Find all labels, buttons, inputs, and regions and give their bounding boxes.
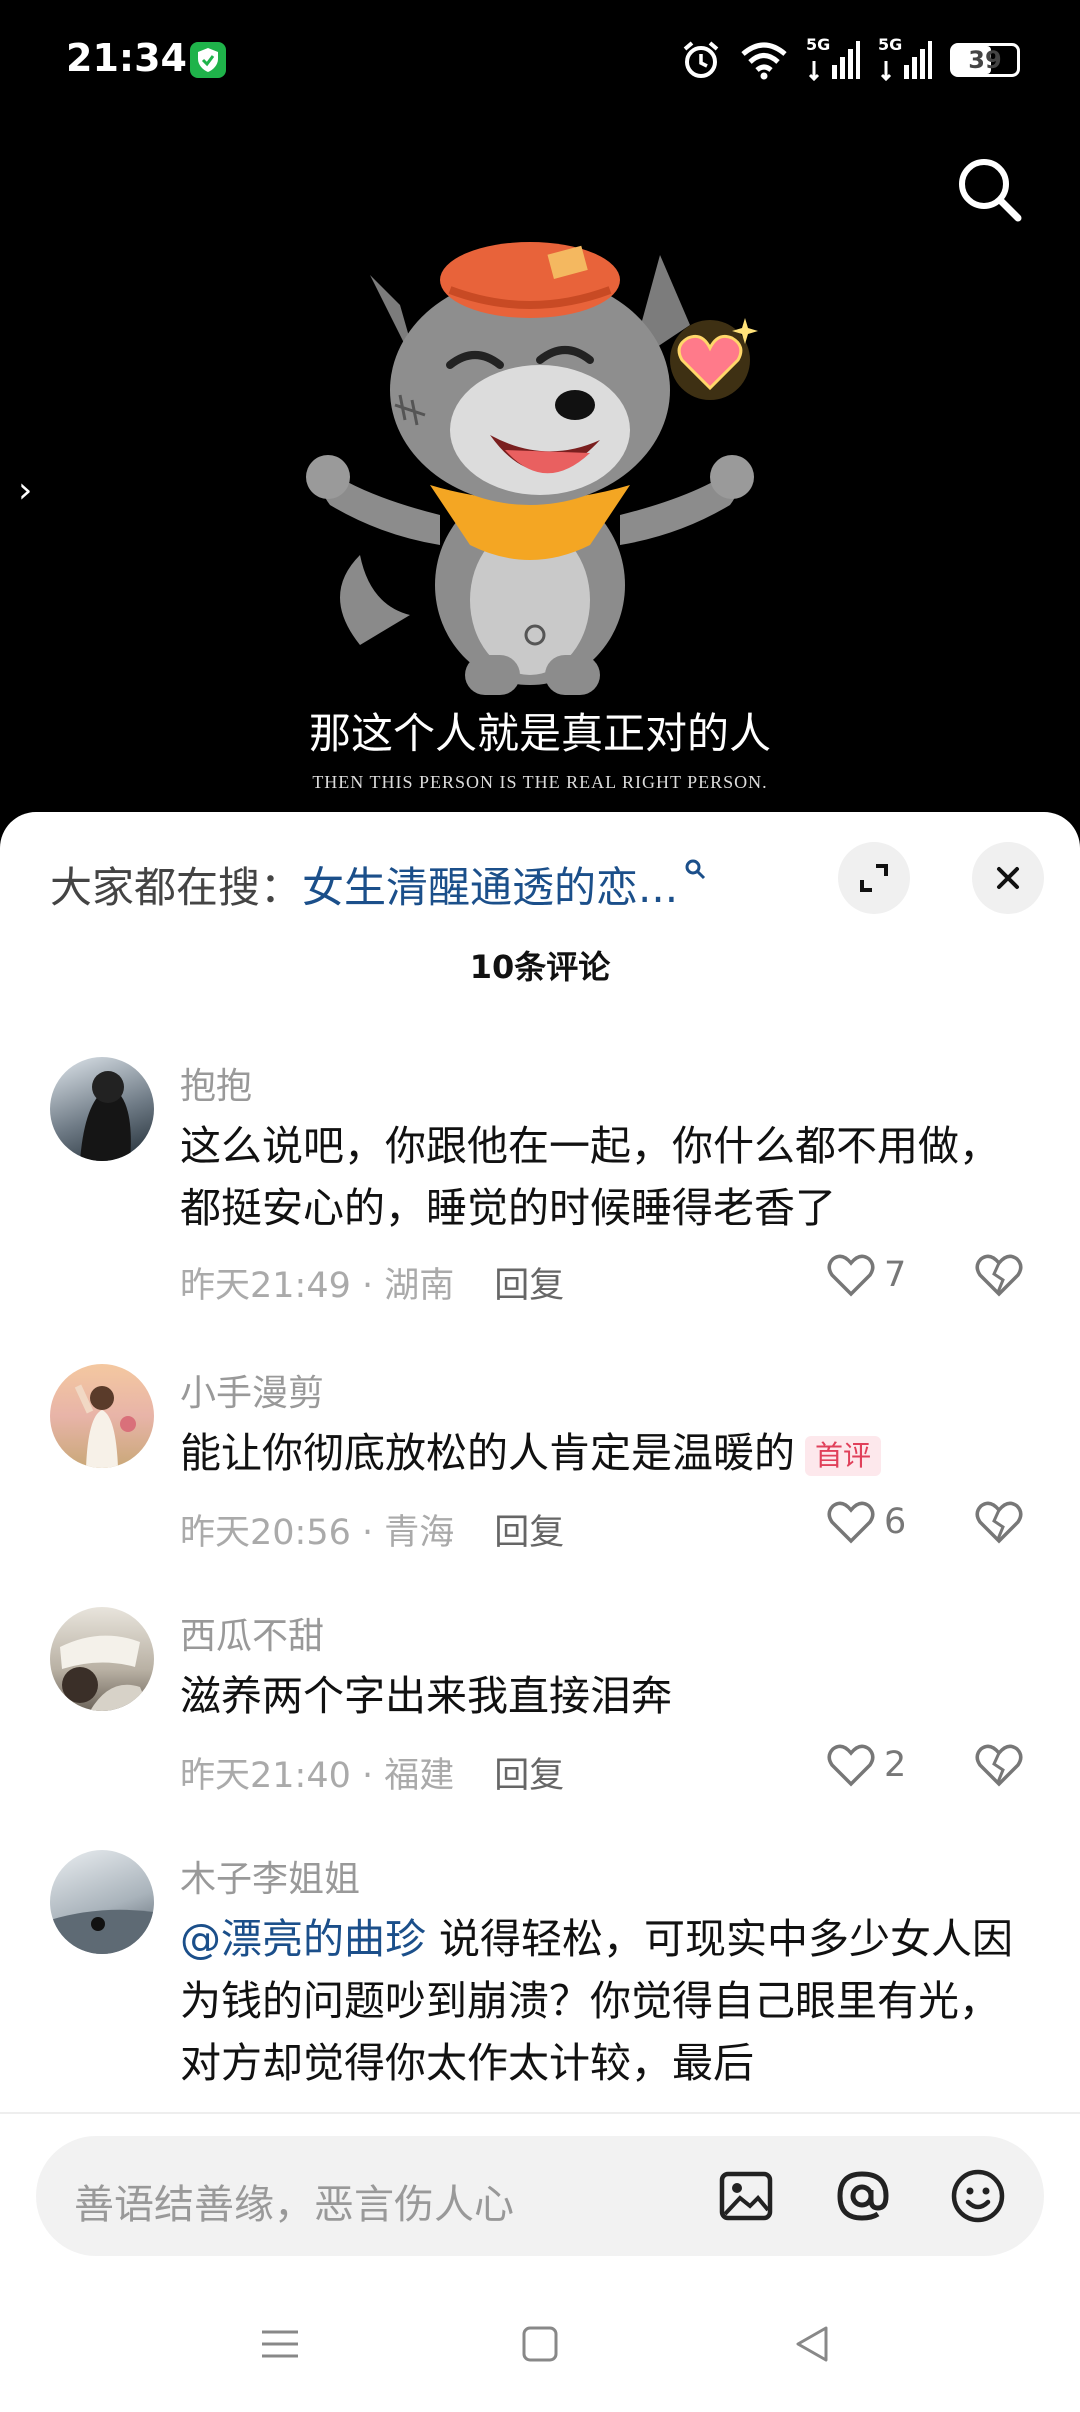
reply-button[interactable]: 回复 [494,1266,564,1306]
comment-username[interactable]: 木子李姐姐 [180,1850,360,1902]
comment-meta: 昨天21:49 · 湖南 回复 [180,1257,564,1308]
at-mention-icon[interactable] [832,2166,892,2226]
comment-text: 能让你彻底放松的人肯定是温暖的 首评 [180,1422,1020,1484]
heart-icon [827,1254,875,1297]
like-button[interactable]: 6 [826,1499,906,1545]
comment-count-title: 10条评论 [469,948,611,986]
like-count: 7 [884,1255,907,1295]
expand-icon [860,864,888,892]
hot-search-prefix: 大家都在搜： [50,863,303,912]
video-caption-chinese: 那这个人就是真正对的人 [308,709,771,758]
comment-input[interactable]: 善语结善缘，恶言伤人心 [36,2136,1044,2256]
video-player[interactable]: › 那这个人就是真正对的人 THEN THIS PERSON IS THE RE… [0,0,1080,815]
expand-button[interactable] [838,842,910,914]
comment-time-location: 昨天21:40 · 福建 [180,1756,455,1796]
video-caption-english: THEN THIS PERSON IS THE REAL RIGHT PERSO… [312,772,768,792]
divider [0,2112,1080,2114]
comment-sheet: 大家都在搜：女生清醒通透的恋... 10条评论 抱抱 这么说吧，你跟他在一起，你… [0,812,1080,2412]
avatar[interactable] [50,1607,154,1711]
search-icon[interactable] [950,150,1030,230]
comment-username[interactable]: 小手漫剪 [180,1364,324,1416]
like-count: 6 [884,1502,907,1542]
first-comment-badge: 首评 [805,1436,882,1476]
sparkle-heart-icon [670,318,758,400]
hot-search-term[interactable]: 女生清醒通透的恋... [302,863,678,912]
comment-input-placeholder: 善语结善缘，恶言伤人心 [74,2182,514,2228]
cartoon-wolf-illustration [306,242,754,695]
heart-icon [827,1744,875,1787]
home-icon[interactable] [518,2322,562,2366]
mini-search-icon [685,859,706,880]
comment-time-location: 昨天21:49 · 湖南 [180,1266,455,1306]
comment-text: 这么说吧，你跟他在一起，你什么都不用做，都挺安心的，睡觉的时候睡得老香了 [180,1122,1000,1232]
avatar[interactable] [50,1364,154,1468]
comment-text-body: 能让你彻底放松的人肯定是温暖的 [180,1429,795,1477]
menu-icon[interactable] [258,2322,302,2366]
avatar[interactable] [50,1850,154,1954]
comment-meta: 昨天21:40 · 福建 回复 [180,1747,564,1798]
avatar[interactable] [50,1057,154,1161]
comment-time-location: 昨天20:56 · 青海 [180,1513,455,1553]
system-navigation-bar [0,2282,1080,2412]
close-icon [997,867,1019,889]
hot-search-bar[interactable]: 大家都在搜：女生清醒通透的恋... [50,854,706,915]
like-button[interactable]: 2 [826,1742,906,1788]
mention-link[interactable]: @漂亮的曲珍 [180,1915,426,1963]
like-button[interactable]: 7 [826,1252,906,1298]
comment-meta: 昨天20:56 · 青海 回复 [180,1504,564,1555]
side-panel-arrow-icon[interactable]: › [18,470,32,511]
comment-username[interactable]: 抱抱 [180,1057,252,1109]
comment-text: 滋养两个字出来我直接泪奔 [180,1672,672,1720]
broken-heart-icon[interactable] [974,1499,1024,1545]
image-icon[interactable] [716,2166,776,2226]
close-button[interactable] [972,842,1044,914]
back-icon[interactable] [790,2322,834,2366]
reply-button[interactable]: 回复 [494,1513,564,1553]
broken-heart-icon[interactable] [974,1252,1024,1298]
broken-heart-icon[interactable] [974,1742,1024,1788]
heart-icon [827,1501,875,1544]
comment-text: @漂亮的曲珍 说得轻松，可现实中多少女人因为钱的问题吵到崩溃？你觉得自己眼里有光… [180,1908,1020,2094]
reply-button[interactable]: 回复 [494,1756,564,1796]
emoji-icon[interactable] [948,2166,1008,2226]
comment-username[interactable]: 西瓜不甜 [180,1607,324,1659]
like-count: 2 [884,1745,907,1785]
